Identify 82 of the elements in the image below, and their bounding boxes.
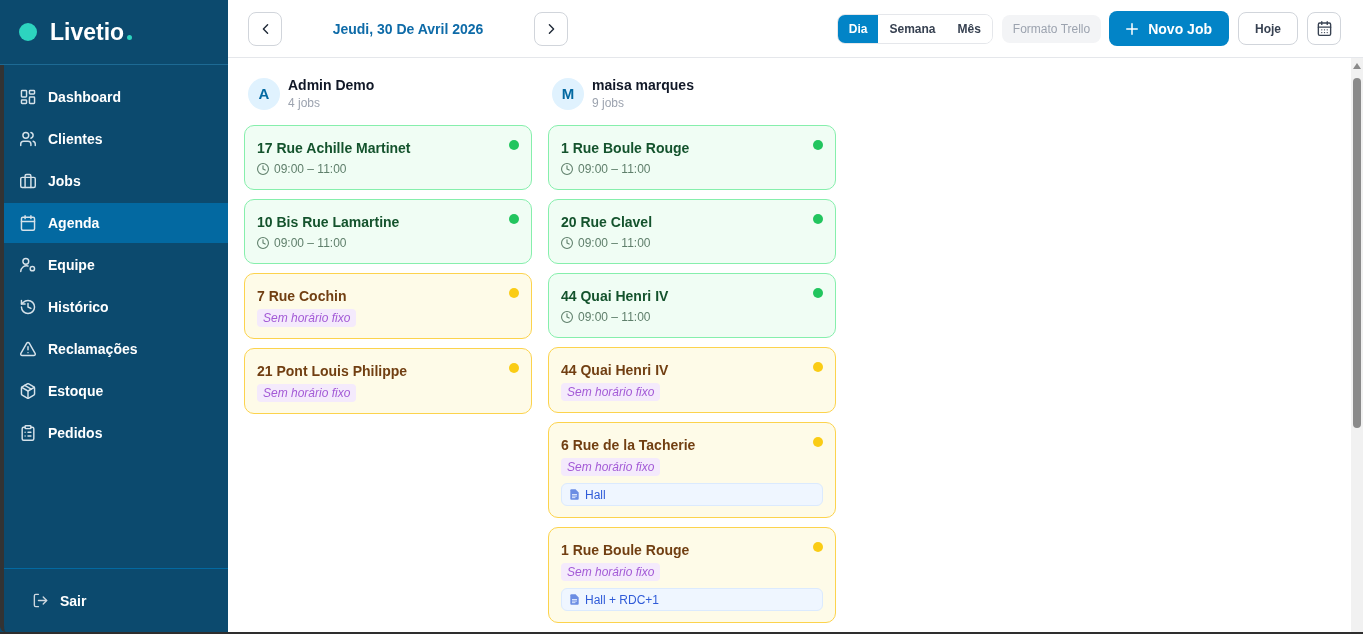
sidebar-item[interactable]: Agenda	[4, 203, 228, 243]
next-day-button[interactable]	[534, 11, 568, 46]
sidebar-item[interactable]: Equipe	[4, 245, 228, 285]
scrollbar[interactable]	[1351, 58, 1363, 632]
job-card[interactable]: 17 Rue Achille Martinet 09:00 – 11:00	[244, 125, 532, 190]
job-title: 1 Rue Boule Rouge	[561, 139, 691, 158]
sidebar-item[interactable]: Pedidos	[4, 413, 228, 453]
sidebar-item[interactable]: Estoque	[4, 371, 228, 411]
calendar-button[interactable]	[1307, 12, 1341, 45]
schedule-tag: Sem horário fixo	[257, 309, 357, 327]
schedule-tag: Sem horário fixo	[561, 458, 661, 476]
schedule-tag: Sem horário fixo	[257, 384, 357, 402]
clipboard-icon	[20, 425, 36, 441]
box-icon	[20, 383, 36, 399]
avatar: M	[552, 77, 584, 110]
previous-day-button[interactable]	[248, 11, 282, 46]
schedule-tag: Sem horário fixo	[561, 383, 661, 401]
warning-icon	[20, 341, 36, 357]
job-title: 44 Quai Henri IV	[561, 361, 670, 380]
sidebar-item[interactable]: Reclamações	[4, 329, 228, 369]
briefcase-icon	[20, 173, 36, 189]
schedule-tag: Sem horário fixo	[561, 563, 661, 581]
date-label: Jeudi, 30 De Avril 2026	[331, 20, 485, 37]
job-card[interactable]: 6 Rue de la Tacherie Sem horário fixo Hall	[548, 422, 836, 518]
member-name: Admin Demo	[288, 76, 375, 94]
job-title: 17 Rue Achille Martinet	[257, 139, 412, 158]
note-text: Hall + RDC+1	[585, 592, 660, 607]
job-card[interactable]: 10 Bis Rue Lamartine 09:00 – 11:00	[244, 199, 532, 264]
avatar: A	[248, 77, 280, 110]
job-card[interactable]: 44 Quai Henri IV Sem horário fixo	[548, 347, 836, 413]
grid-icon	[20, 89, 36, 105]
sidebar-item[interactable]: Histórico	[4, 287, 228, 327]
job-time: 09:00 – 11:00	[274, 236, 347, 250]
clock-icon	[561, 311, 573, 323]
chevron-left-icon	[261, 22, 269, 35]
logo-dot-icon	[127, 35, 133, 40]
clock-icon	[561, 163, 573, 175]
logout-button[interactable]: Sair	[33, 592, 87, 609]
history-icon	[20, 299, 36, 315]
job-title: 44 Quai Henri IV	[561, 287, 670, 306]
job-title: 21 Pont Louis Philippe	[257, 362, 409, 381]
plus-icon	[1126, 22, 1139, 35]
new-job-button[interactable]: Novo Job	[1109, 11, 1229, 46]
job-title: 7 Rue Cochin	[257, 287, 348, 306]
sidebar-item[interactable]: Dashboard	[4, 77, 228, 117]
job-time: 09:00 – 11:00	[578, 162, 651, 176]
note-text: Hall	[585, 487, 606, 502]
job-title: 1 Rue Boule Rouge	[561, 541, 691, 560]
job-count: 9 jobs	[592, 96, 626, 111]
job-card[interactable]: 1 Rue Boule Rouge Sem horário fixo Hall + RDC+1	[548, 527, 836, 623]
scrollbar-thumb[interactable]	[1353, 78, 1361, 428]
logout-icon	[33, 593, 48, 608]
logo-text: Livetio	[50, 18, 125, 46]
view-tab[interactable]: Dia	[837, 14, 879, 43]
logo-dot-icon	[19, 23, 37, 41]
scroll-up-arrow-icon	[1353, 63, 1361, 69]
person-icon	[20, 257, 36, 273]
job-card[interactable]: 20 Rue Clavel 09:00 – 11:00	[548, 199, 836, 264]
job-time: 09:00 – 11:00	[274, 162, 347, 176]
sidebar-item[interactable]: Jobs	[4, 161, 228, 201]
job-time: 09:00 – 11:00	[578, 236, 651, 250]
job-card[interactable]: 21 Pont Louis Philippe Sem horário fixo	[244, 348, 532, 414]
clock-icon	[561, 237, 573, 249]
job-card[interactable]: 1 Rue Boule Rouge 09:00 – 11:00	[548, 125, 836, 190]
job-card[interactable]: 7 Rue Cochin Sem horário fixo	[244, 273, 532, 339]
job-card[interactable]: 44 Quai Henri IV 09:00 – 11:00	[548, 273, 836, 338]
calendar-icon	[20, 215, 36, 231]
member-name: maisa marques	[592, 76, 694, 94]
document-icon	[570, 489, 579, 500]
chevron-right-icon	[547, 22, 555, 35]
users-icon	[20, 131, 36, 147]
job-title: 6 Rue de la Tacherie	[561, 436, 697, 455]
clock-icon	[257, 163, 269, 175]
job-time: 09:00 – 11:00	[578, 310, 651, 324]
document-icon	[570, 594, 579, 605]
job-title: 20 Rue Clavel	[561, 213, 654, 232]
job-title: 10 Bis Rue Lamartine	[257, 213, 401, 232]
today-button[interactable]: Hoje	[1238, 12, 1298, 45]
calendar-icon	[1316, 21, 1332, 36]
sidebar-item[interactable]: Clientes	[4, 119, 228, 159]
job-count: 4 jobs	[288, 96, 322, 111]
clock-icon	[257, 237, 269, 249]
